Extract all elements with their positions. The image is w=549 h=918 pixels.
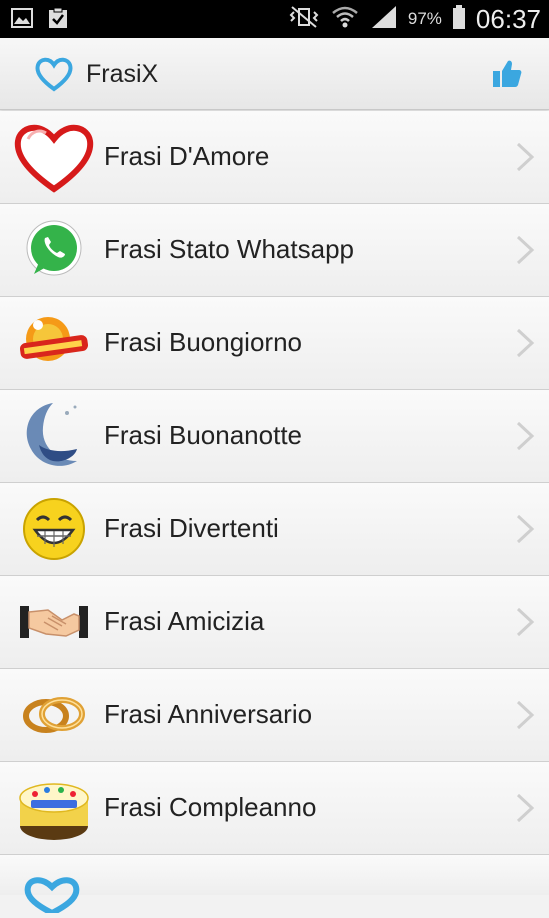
clock: 06:37 — [475, 3, 541, 34]
list-item-label: Frasi Buonanotte — [104, 420, 303, 450]
battery-icon — [452, 4, 466, 35]
list-item-label: Frasi Amicizia — [104, 606, 265, 636]
list-item[interactable]: Frasi Anniversario — [0, 669, 549, 762]
buongiorno-sun-icon — [14, 305, 94, 381]
laughing-smiley-icon — [14, 491, 94, 567]
status-bar: 97% 06:37 — [0, 0, 549, 38]
list-item[interactable]: Frasi Buongiorno — [0, 297, 549, 390]
list-item-label: Frasi Divertenti — [104, 513, 279, 543]
list-item-label: Frasi D'Amore — [104, 141, 270, 171]
list-item[interactable]: Frasi Compleanno — [0, 762, 549, 855]
mute-vibrate-icon — [288, 5, 320, 34]
list-item-label: Frasi Anniversario — [104, 699, 313, 729]
list-item[interactable]: Frasi Divertenti — [0, 483, 549, 576]
chevron-right-icon — [515, 420, 535, 457]
wedding-rings-icon — [14, 677, 94, 753]
category-list: Frasi D'Amore Frasi Stato Whatsapp Frasi… — [0, 111, 549, 917]
list-item[interactable]: Frasi Buonanotte — [0, 390, 549, 483]
chevron-right-icon — [515, 234, 535, 271]
signal-icon — [370, 4, 398, 35]
thumbs-up-icon[interactable] — [491, 58, 523, 95]
heart-outline-icon[interactable] — [34, 55, 74, 98]
gallery-icon — [10, 6, 34, 35]
moon-sleeping-icon — [14, 398, 94, 474]
birthday-cake-icon — [14, 770, 94, 846]
whatsapp-icon — [14, 212, 94, 288]
handshake-icon — [14, 584, 94, 660]
heart-outline-icon — [22, 873, 82, 918]
chevron-right-icon — [515, 606, 535, 643]
list-item-label: Frasi Stato Whatsapp — [104, 234, 354, 264]
red-heart-icon — [14, 119, 94, 195]
list-item[interactable]: Frasi D'Amore — [0, 111, 549, 204]
battery-percent: 97% — [407, 9, 442, 28]
chevron-right-icon — [515, 699, 535, 736]
action-bar: FrasiX — [0, 38, 549, 110]
list-item[interactable]: Frasi Stato Whatsapp — [0, 204, 549, 297]
chevron-right-icon — [515, 327, 535, 364]
list-item[interactable]: Frasi Amicizia — [0, 576, 549, 669]
chevron-right-icon — [515, 513, 535, 550]
list-item-label: Frasi Compleanno — [104, 792, 317, 822]
wifi-icon — [330, 4, 360, 35]
chevron-right-icon — [515, 141, 535, 178]
clipboard-check-icon — [46, 6, 70, 35]
list-item[interactable] — [0, 855, 549, 917]
chevron-right-icon — [515, 792, 535, 829]
app-title: FrasiX — [86, 60, 159, 88]
list-item-label: Frasi Buongiorno — [104, 327, 302, 357]
